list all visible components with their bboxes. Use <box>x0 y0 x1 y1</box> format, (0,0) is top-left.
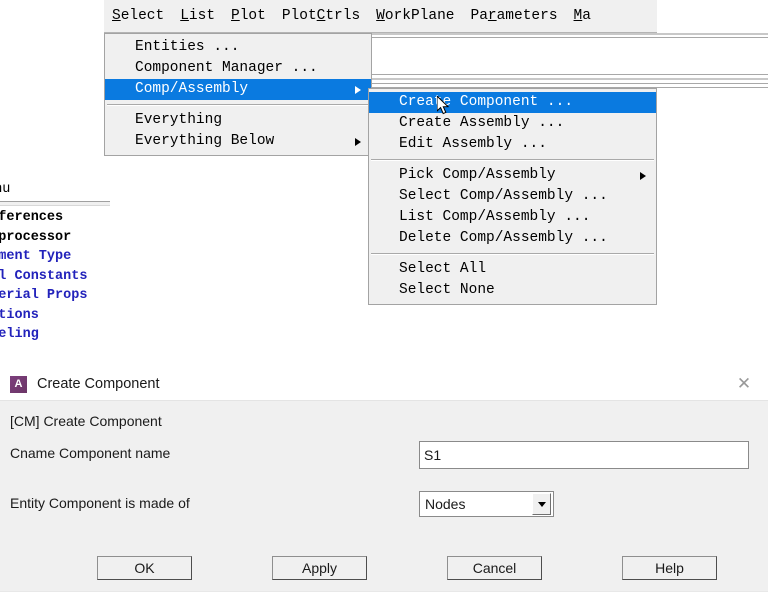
menu-item-select-all[interactable]: Select All <box>369 259 656 280</box>
menu-bar: Select List Plot PlotCtrls WorkPlane Par… <box>104 0 657 33</box>
menu-separator <box>371 253 654 255</box>
menu-bar-item-plot-post: lot <box>239 8 266 24</box>
menu-item-list-comp-assembly-label: List Comp/Assembly ... <box>399 209 591 225</box>
menu-item-edit-assembly[interactable]: Edit Assembly ... <box>369 134 656 155</box>
dialog-titlebar: A Create Component ✕ <box>0 368 768 400</box>
submenu-arrow-icon <box>355 137 361 146</box>
menu-item-create-assembly-label: Create Assembly ... <box>399 115 565 131</box>
dialog-body: [CM] Create Component Cname Component na… <box>0 400 768 592</box>
background-panel-frame <box>368 33 768 93</box>
menu-item-pick-comp-assembly-label: Pick Comp/Assembly <box>399 167 556 183</box>
dialog-button-row: OK Apply Cancel Help <box>0 556 768 592</box>
menu-item-component-manager-label: Component Manager ... <box>135 60 318 76</box>
sidebar-item-modeling[interactable]: Modeling <box>0 325 87 345</box>
menu-bar-item-parameters[interactable]: Parameters <box>463 1 566 31</box>
component-name-input[interactable] <box>419 441 749 469</box>
sidebar-tree-divider <box>0 201 110 206</box>
entity-type-select[interactable]: Nodes <box>419 491 554 517</box>
menu-bar-item-macro-post: a <box>582 8 591 24</box>
sidebar-item-real-constants[interactable]: Real Constants <box>0 267 87 287</box>
menu-item-select-comp-assembly[interactable]: Select Comp/Assembly ... <box>369 186 656 207</box>
mouse-cursor-icon <box>437 96 450 115</box>
menu-item-comp-assembly[interactable]: Comp/Assembly <box>105 79 371 100</box>
select-dropdown-menu: Entities ... Component Manager ... Comp/… <box>104 33 372 156</box>
menu-bar-item-select-accel: S <box>112 8 121 24</box>
sidebar-item-sections[interactable]: Sections <box>0 306 87 326</box>
menu-bar-item-workplane-accel: W <box>376 8 385 24</box>
menu-bar-item-macro-accel: M <box>573 8 583 24</box>
sidebar-item-material-props[interactable]: Material Props <box>0 286 87 306</box>
sidebar-item-preferences[interactable]: Preferences <box>0 208 87 228</box>
menu-item-edit-assembly-label: Edit Assembly ... <box>399 136 547 152</box>
submenu-arrow-icon <box>640 171 646 180</box>
submenu-arrow-icon <box>355 85 361 94</box>
menu-item-create-component-label: Create Component ... <box>399 94 574 110</box>
menu-item-pick-comp-assembly[interactable]: Pick Comp/Assembly <box>369 165 656 186</box>
menu-separator <box>371 159 654 161</box>
menu-separator <box>107 104 369 106</box>
apply-button[interactable]: Apply <box>272 556 367 580</box>
ansys-app-icon: A <box>10 375 27 393</box>
menu-bar-item-plot[interactable]: Plot <box>223 1 274 31</box>
cancel-button[interactable]: Cancel <box>447 556 542 580</box>
menu-item-everything-below[interactable]: Everything Below <box>105 131 371 152</box>
dialog-title: Create Component <box>37 376 160 392</box>
menu-bar-item-select-post: elect <box>120 8 165 24</box>
menu-bar-item-parameters-post: ameters <box>496 8 558 24</box>
sidebar-item-element-type[interactable]: Element Type <box>0 247 87 267</box>
create-component-dialog: A Create Component ✕ [CM] Create Compone… <box>0 368 768 592</box>
menu-item-select-all-label: Select All <box>399 261 487 277</box>
close-icon[interactable]: ✕ <box>734 374 754 394</box>
menu-bar-item-select[interactable]: Select <box>104 1 172 31</box>
application-backdrop: Select List Plot PlotCtrls WorkPlane Par… <box>0 0 768 360</box>
entity-label: Entity Component is made of <box>10 495 190 511</box>
menu-item-comp-assembly-label: Comp/Assembly <box>135 81 249 97</box>
sidebar-tree-list: Preferences Preprocessor Element Type Re… <box>0 208 87 345</box>
menu-bar-item-macro[interactable]: Ma <box>566 1 599 31</box>
help-button[interactable]: Help <box>622 556 717 580</box>
menu-item-everything-below-label: Everything Below <box>135 133 275 149</box>
menu-bar-item-plotctrls[interactable]: PlotCtrls <box>274 1 368 31</box>
menu-bar-item-plotctrls-pre: Plot <box>281 8 317 24</box>
menu-bar-item-parameters-pre: Pa <box>470 8 488 24</box>
dialog-command-label: [CM] Create Component <box>10 413 162 429</box>
menu-bar-item-workplane-post: orkPlane <box>384 8 455 24</box>
menu-item-everything[interactable]: Everything <box>105 110 371 131</box>
menu-item-delete-comp-assembly-label: Delete Comp/Assembly ... <box>399 230 608 246</box>
menu-bar-item-plotctrls-post: trls <box>325 8 361 24</box>
menu-bar-item-workplane[interactable]: WorkPlane <box>368 1 462 31</box>
menu-bar-item-parameters-accel: r <box>487 8 497 24</box>
menu-item-everything-label: Everything <box>135 112 223 128</box>
menu-bar-item-list[interactable]: List <box>172 1 223 31</box>
menu-bar-item-plot-accel: P <box>231 8 240 24</box>
menu-item-create-component[interactable]: Create Component ... <box>369 92 656 113</box>
menu-item-select-none-label: Select None <box>399 282 495 298</box>
menu-item-component-manager[interactable]: Component Manager ... <box>105 58 371 79</box>
ok-button[interactable]: OK <box>97 556 192 580</box>
menu-item-create-assembly[interactable]: Create Assembly ... <box>369 113 656 134</box>
menu-item-entities[interactable]: Entities ... <box>105 37 371 58</box>
sidebar-item-preprocessor[interactable]: Preprocessor <box>0 228 87 248</box>
menu-bar-item-list-accel: L <box>180 8 189 24</box>
cname-label: Cname Component name <box>10 445 171 461</box>
entity-type-value: Nodes <box>425 496 466 512</box>
menu-item-delete-comp-assembly[interactable]: Delete Comp/Assembly ... <box>369 228 656 249</box>
menu-item-entities-label: Entities ... <box>135 39 240 55</box>
sidebar-tree-header: Menu <box>0 182 11 197</box>
menu-item-select-comp-assembly-label: Select Comp/Assembly ... <box>399 188 608 204</box>
chevron-down-icon[interactable] <box>532 493 551 515</box>
menu-item-select-none[interactable]: Select None <box>369 280 656 301</box>
comp-assembly-submenu: Create Component ... Create Assembly ...… <box>368 88 657 305</box>
menu-bar-item-list-post: ist <box>188 8 216 24</box>
menu-item-list-comp-assembly[interactable]: List Comp/Assembly ... <box>369 207 656 228</box>
sidebar-tree: Menu Preferences Preprocessor Element Ty… <box>0 182 110 357</box>
